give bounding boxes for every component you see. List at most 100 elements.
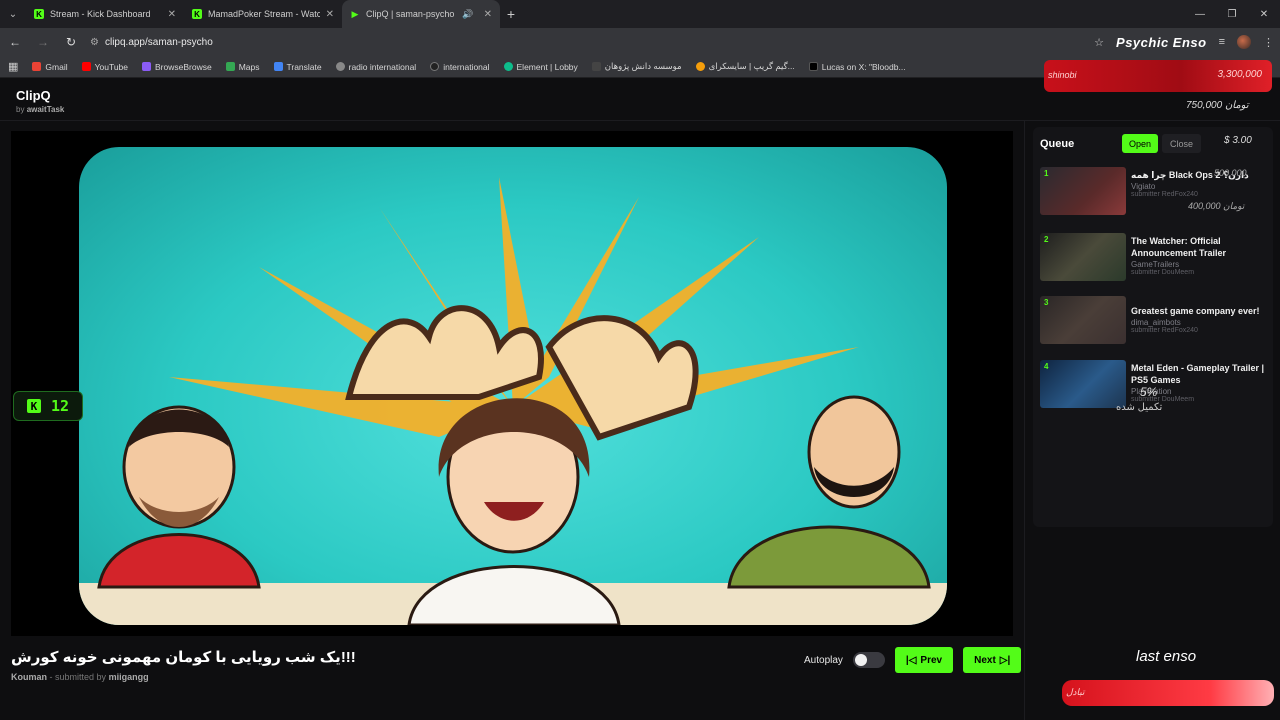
menu-icon[interactable]: ⋮ — [1263, 36, 1274, 49]
new-tab-button[interactable]: + — [500, 6, 522, 22]
bookmark-label: BrowseBrowse — [155, 61, 212, 72]
queue-item-title: چرا همه Black Ops 2 دارن؟ — [1131, 170, 1249, 180]
kick-icon: K — [26, 399, 41, 413]
queue-item[interactable]: 3 Greatest game company ever! dima_aimbo… — [1040, 296, 1270, 348]
video-submitter[interactable]: miigangg — [109, 672, 149, 682]
app-logo[interactable]: ClipQ — [16, 88, 51, 103]
overlay-brand: Psychic Enso — [1116, 34, 1207, 50]
bookmark-x[interactable]: Lucas on X: "Bloodb... — [808, 61, 906, 72]
kick-count: 12 — [50, 397, 70, 415]
globe-icon — [430, 62, 440, 71]
autoplay-label: Autoplay — [804, 654, 843, 666]
last-enso-label: last enso — [1136, 648, 1197, 665]
back-icon[interactable]: ← — [6, 35, 24, 49]
bookmark-daneshpajoohan[interactable]: موسسه دانش پژوهان — [591, 61, 682, 72]
forward-icon[interactable]: → — [34, 35, 52, 49]
queue-number: 3 — [1044, 298, 1049, 307]
queue-item[interactable]: 2 The Watcher: Official Announcement Tra… — [1040, 233, 1270, 285]
queue-item-submitter: submitter RedFox240 — [1131, 191, 1198, 199]
close-icon[interactable]: ✕ — [326, 9, 334, 20]
queue-close-button[interactable]: Close — [1162, 134, 1202, 153]
tab-mamadpoker[interactable]: K MamadPoker Stream - Watch L ✕ — [184, 0, 342, 28]
tab-title: ClipQ | saman-psycho — [366, 9, 455, 19]
prev-button[interactable]: |◁ Prev — [894, 647, 954, 673]
tab-kick-dashboard[interactable]: K Stream - Kick Dashboard ✕ — [26, 0, 184, 28]
queue-item-channel: GameTrailers — [1131, 260, 1180, 270]
globe-icon — [335, 62, 345, 71]
bookmark-maps[interactable]: Maps — [225, 61, 260, 72]
queue-header: Queue Open Close — [1040, 134, 1202, 153]
queue-open-button[interactable]: Open — [1122, 134, 1159, 153]
browser-tab-bar: ⌄ K Stream - Kick Dashboard ✕ K MamadPok… — [0, 0, 1280, 28]
kick-icon: K — [192, 9, 202, 19]
star-icon[interactable]: ☆ — [1094, 36, 1104, 49]
goal-percent-label: تکمیل شده — [1116, 402, 1163, 413]
queue-title: Queue — [1040, 137, 1075, 150]
goal-percent: 5% — [1140, 385, 1158, 399]
queue-thumbnail — [1040, 167, 1126, 215]
last-donation-bar: تبادل — [1062, 680, 1274, 706]
tab-search-icon[interactable]: ⌄ — [0, 0, 26, 28]
apps-icon[interactable]: ▦ — [8, 60, 18, 73]
bookmark-label: Translate — [286, 61, 322, 72]
right-character — [727, 395, 931, 589]
bookmark-translate[interactable]: Translate — [273, 61, 322, 72]
site-info-icon[interactable]: ⚙ — [90, 37, 99, 48]
gmail-icon — [32, 62, 42, 71]
video-artwork — [79, 177, 947, 625]
play-icon: ▶ — [351, 8, 359, 19]
bookmark-label: Lucas on X: "Bloodb... — [821, 61, 906, 72]
queue-number: 1 — [1044, 169, 1049, 178]
address-bar[interactable]: ⚙ clipq.app/saman-psycho — [90, 37, 213, 48]
kick-viewer-badge: K 12 — [13, 391, 83, 421]
maximize-icon[interactable]: ❐ — [1216, 9, 1248, 20]
bookmark-browsebrowse[interactable]: BrowseBrowse — [142, 62, 212, 72]
queue-thumbnail — [1040, 233, 1126, 281]
donation-top-name: shinobi — [1048, 70, 1077, 80]
donation-amount: 400,000 تومان — [1188, 201, 1245, 211]
donation-top-amount: 3,300,000 — [1217, 69, 1263, 80]
x-icon — [808, 62, 818, 71]
bookmark-label: گیم گریپ | سایسکرای... — [708, 61, 795, 71]
bookmark-label: YouTube — [94, 61, 129, 72]
queue-number: 4 — [1044, 362, 1049, 371]
queue-item-submitter: submitter RedFox240 — [1131, 327, 1198, 335]
autoplay-toggle[interactable] — [852, 652, 885, 668]
bookmark-gmail[interactable]: Gmail — [32, 61, 68, 72]
bookmark-element[interactable]: Element | Lobby — [503, 62, 578, 72]
donation-goal-bar: shinobi 3,300,000 — [1044, 60, 1272, 92]
app-byline: by awaitTask — [16, 105, 64, 114]
kick-icon: K — [34, 9, 44, 19]
queue-item-title: Metal Eden - Gameplay Trailer | PS5 Game… — [1131, 363, 1265, 386]
element-icon — [503, 62, 513, 71]
close-window-icon[interactable]: ✕ — [1248, 9, 1280, 20]
extensions-icon[interactable]: ≡ — [1219, 36, 1225, 48]
left-character — [97, 405, 261, 589]
url-text: clipq.app/saman-psycho — [104, 36, 213, 48]
tab-clipq[interactable]: ▶ ClipQ | saman-psycho 🔊 ✕ — [342, 0, 500, 28]
reload-icon[interactable]: ↻ — [62, 35, 80, 49]
bookmark-gamegrip[interactable]: گیم گریپ | سایسکرای... — [695, 61, 795, 72]
bookmark-radio[interactable]: radio international — [335, 62, 416, 72]
last-donation-text: تبادل — [1066, 687, 1085, 697]
queue-number: 2 — [1044, 235, 1049, 244]
site-icon — [695, 62, 705, 71]
tab-title: Stream - Kick Dashboard — [50, 9, 151, 19]
youtube-icon — [81, 62, 91, 71]
video-channel[interactable]: Kouman — [11, 672, 47, 682]
video-player[interactable]: K 12 — [11, 131, 1013, 636]
bookmark-label: Maps — [238, 61, 260, 72]
bookmark-label: Gmail — [45, 61, 68, 72]
byline-prefix: by — [16, 105, 25, 114]
video-title: یک شب رویایی با کومان مهمونی خونه کورش!!… — [11, 649, 356, 666]
next-button[interactable]: Next ▷| — [963, 647, 1022, 673]
bookmark-international[interactable]: international — [430, 62, 490, 72]
close-icon[interactable]: ✕ — [168, 9, 176, 20]
close-icon[interactable]: ✕ — [484, 9, 492, 20]
queue-item-title: Greatest game company ever! — [1131, 306, 1260, 316]
speaker-icon[interactable]: 🔊 — [462, 9, 473, 20]
avatar[interactable] — [1237, 35, 1251, 49]
queue-thumbnail — [1040, 296, 1126, 344]
minimize-icon[interactable]: — — [1184, 9, 1216, 20]
bookmark-youtube[interactable]: YouTube — [81, 61, 129, 72]
